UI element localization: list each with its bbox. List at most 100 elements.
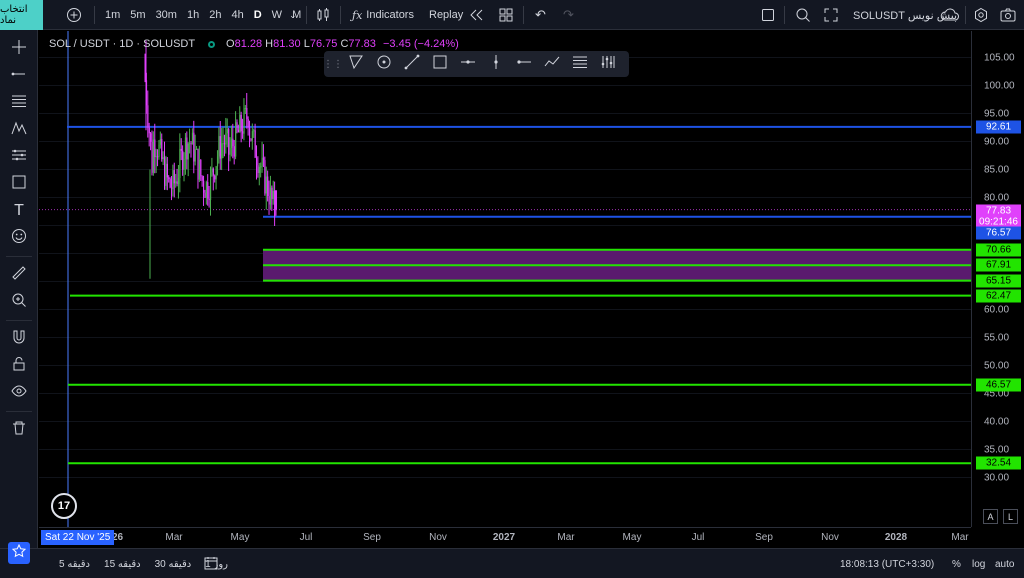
interval-1m[interactable]: 1m (100, 9, 125, 21)
candle-body (180, 148, 182, 151)
expand-icon (824, 8, 838, 22)
chart-type-button[interactable] (315, 0, 331, 30)
remove-drawings-tool[interactable] (8, 419, 30, 441)
time-tick-label: May (230, 532, 250, 543)
text-tool[interactable]: T (8, 200, 30, 222)
rewind-icon (468, 8, 484, 22)
candle-body (154, 139, 156, 157)
candle-body (239, 114, 241, 133)
candle-body (237, 129, 240, 133)
time-cursor-label: Sat 22 Nov '25 (41, 530, 115, 545)
select-shape-tool[interactable] (342, 51, 370, 77)
circle-tool[interactable] (370, 51, 398, 77)
horizontal-ray-tool[interactable] (454, 51, 482, 77)
chart-pane[interactable]: SOL / USDT · 1D · SOLUSDT O81.28 H81.30 … (39, 31, 971, 527)
high-value: 81.30 (273, 38, 301, 50)
snapshot-button[interactable] (1000, 0, 1016, 30)
visibility-tool[interactable] (8, 382, 30, 404)
icons-tool[interactable] (8, 227, 30, 249)
horizontal-ray-icon (460, 54, 476, 75)
line-tool-icon (11, 66, 27, 87)
interval-30m[interactable]: 30m (151, 9, 182, 21)
path-tool[interactable] (538, 51, 566, 77)
bottom-toolbar: 5 دقیقه 15 دقیقه 30 دقیقه 1 روز 18:08:13 (U… (0, 548, 1024, 578)
price-axis[interactable]: 105.00 100.00 95.00 90.00 85.00 80.00 60.00 55.… (971, 31, 1024, 527)
cloud-icon (940, 8, 960, 22)
quick-search-button[interactable] (795, 0, 811, 30)
candle-body (177, 177, 180, 185)
auto-button[interactable]: auto (995, 549, 1014, 578)
candle-body (250, 138, 252, 141)
candle-body (208, 198, 210, 201)
interval-1h[interactable]: 1h (182, 9, 204, 21)
redo-icon: ↷ (563, 7, 574, 22)
measure-tool[interactable] (8, 264, 30, 286)
shapes-tool[interactable] (8, 173, 30, 195)
symbol-title[interactable]: SOL / USDT · 1D · SOLUSDT (49, 38, 195, 50)
rectangle-tool[interactable] (426, 51, 454, 77)
candle-body (240, 114, 242, 132)
layout-grid-button[interactable] (499, 0, 513, 30)
favorites-button[interactable] (8, 542, 30, 564)
price-level-label[interactable]: 67.91 (976, 258, 1021, 272)
candle-body (148, 127, 150, 134)
range-button[interactable]: 15 دقیقه (104, 559, 141, 570)
candle-body (210, 172, 212, 201)
price-level-label[interactable]: 46.57 (976, 378, 1021, 392)
fib-tool[interactable] (8, 92, 30, 114)
price-level-label[interactable]: 32.54 (976, 456, 1021, 470)
add-symbol-button[interactable] (66, 0, 82, 30)
trend-line-tool[interactable] (8, 65, 30, 87)
time-axis[interactable]: Mar 2028 Nov Sep Jul May Mar 2027 Nov Sep Jul May Ma… (39, 527, 971, 547)
indicators-button[interactable]: ƒx Indicators (352, 0, 414, 30)
price-level-label[interactable]: 76.57 (976, 226, 1021, 240)
settings-button[interactable] (973, 0, 989, 30)
log-scale-button[interactable]: L (1003, 509, 1018, 524)
candle-body (198, 159, 201, 180)
percent-button[interactable]: % (952, 549, 961, 578)
interval-W[interactable]: W (267, 9, 287, 21)
fullscreen-button[interactable] (824, 0, 838, 30)
interval-5m[interactable]: 5m (125, 9, 150, 21)
magnet-tool[interactable] (8, 328, 30, 350)
fib-retracement-tool[interactable] (566, 51, 594, 77)
range-button[interactable]: 30 دقیقه (155, 559, 192, 570)
candle-body (193, 132, 195, 162)
auto-scale-button[interactable]: A (983, 509, 998, 524)
horizontal-line-tool[interactable] (510, 51, 538, 77)
chart-canvas[interactable] (39, 31, 971, 527)
fullscreen-square-button[interactable] (761, 0, 775, 30)
pitchfork-tool[interactable] (594, 51, 622, 77)
replay-button[interactable]: Replay (429, 0, 484, 30)
price-level-label[interactable]: 65.15 (976, 274, 1021, 288)
drag-handle[interactable]: ⋮⋮ (323, 51, 343, 77)
candle-body (253, 130, 255, 132)
range-button[interactable]: 5 دقیقه (59, 559, 90, 570)
candle-body (262, 157, 265, 161)
crosshair-tool[interactable] (8, 38, 30, 60)
clock[interactable]: 18:08:13 (UTC+3:30) (840, 549, 934, 578)
vertical-line-tool[interactable] (482, 51, 510, 77)
symbol-search-button[interactable]: انتخاب نماد (0, 0, 43, 30)
interval-D[interactable]: D (249, 9, 267, 21)
prediction-tool[interactable] (8, 146, 30, 168)
interval-2h[interactable]: 2h (204, 9, 226, 21)
price-level-label[interactable]: 70.66 (976, 243, 1021, 257)
undo-button[interactable]: ↶ (535, 0, 546, 30)
candle-body (205, 182, 208, 198)
go-to-date-button[interactable] (204, 549, 218, 578)
log-button[interactable]: log (972, 549, 985, 578)
redo-button[interactable]: ↷ (563, 0, 574, 30)
ray-tool[interactable] (398, 51, 426, 77)
tradingview-logo[interactable]: 17 (51, 493, 77, 519)
polyline-icon (544, 54, 560, 75)
interval-4h[interactable]: 4h (226, 9, 248, 21)
price-level-label[interactable]: 92.61 (976, 120, 1021, 134)
price-level-label[interactable]: 62.47 (976, 289, 1021, 303)
lock-tool[interactable] (8, 355, 30, 377)
interval-dropdown[interactable]: ⌄ (289, 0, 297, 30)
price-tick-label: 30.00 (984, 472, 1010, 483)
cloud-save-button[interactable] (940, 0, 960, 30)
pattern-tool[interactable] (8, 119, 30, 141)
zoom-tool[interactable] (8, 291, 30, 313)
